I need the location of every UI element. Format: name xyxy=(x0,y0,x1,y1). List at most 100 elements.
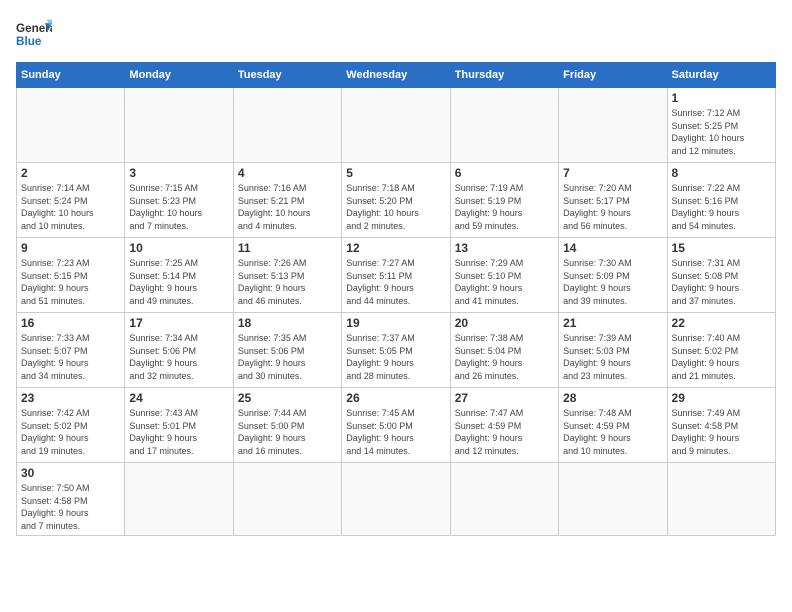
col-header-monday: Monday xyxy=(125,63,233,88)
day-info: Sunrise: 7:12 AMSunset: 5:25 PMDaylight:… xyxy=(672,107,771,157)
day-number: 25 xyxy=(238,391,337,405)
day-info: Sunrise: 7:38 AMSunset: 5:04 PMDaylight:… xyxy=(455,332,554,382)
calendar-cell: 6 Sunrise: 7:19 AMSunset: 5:19 PMDaylight… xyxy=(450,163,558,238)
day-info: Sunrise: 7:22 AMSunset: 5:16 PMDaylight:… xyxy=(672,182,771,232)
day-info: Sunrise: 7:15 AMSunset: 5:23 PMDaylight:… xyxy=(129,182,228,232)
col-header-friday: Friday xyxy=(559,63,667,88)
calendar-cell: 20 Sunrise: 7:38 AMSunset: 5:04 PMDayligh… xyxy=(450,313,558,388)
day-info: Sunrise: 7:34 AMSunset: 5:06 PMDaylight:… xyxy=(129,332,228,382)
day-number: 1 xyxy=(672,91,771,105)
calendar-cell: 24 Sunrise: 7:43 AMSunset: 5:01 PMDayligh… xyxy=(125,388,233,463)
day-number: 6 xyxy=(455,166,554,180)
calendar-cell: 2Sunrise: 7:14 AMSunset: 5:24 PMDaylight… xyxy=(17,163,125,238)
calendar-week-row: 30 Sunrise: 7:50 AMSunset: 4:58 PMDayligh… xyxy=(17,463,776,536)
day-number: 28 xyxy=(563,391,662,405)
day-info: Sunrise: 7:43 AMSunset: 5:01 PMDaylight:… xyxy=(129,407,228,457)
day-info: Sunrise: 7:25 AMSunset: 5:14 PMDaylight:… xyxy=(129,257,228,307)
svg-text:Blue: Blue xyxy=(16,35,42,48)
calendar-cell: 22 Sunrise: 7:40 AMSunset: 5:02 PMDayligh… xyxy=(667,313,775,388)
calendar-week-row: 9 Sunrise: 7:23 AMSunset: 5:15 PMDaylight… xyxy=(17,238,776,313)
calendar-cell: 7 Sunrise: 7:20 AMSunset: 5:17 PMDaylight… xyxy=(559,163,667,238)
calendar-cell xyxy=(342,88,450,163)
calendar-cell xyxy=(342,463,450,536)
day-info: Sunrise: 7:39 AMSunset: 5:03 PMDaylight:… xyxy=(563,332,662,382)
calendar-cell: 3 Sunrise: 7:15 AMSunset: 5:23 PMDaylight… xyxy=(125,163,233,238)
day-info: Sunrise: 7:19 AMSunset: 5:19 PMDaylight:… xyxy=(455,182,554,232)
calendar-cell: 9 Sunrise: 7:23 AMSunset: 5:15 PMDaylight… xyxy=(17,238,125,313)
col-header-wednesday: Wednesday xyxy=(342,63,450,88)
day-info: Sunrise: 7:47 AMSunset: 4:59 PMDaylight:… xyxy=(455,407,554,457)
day-info: Sunrise: 7:23 AMSunset: 5:15 PMDaylight:… xyxy=(21,257,120,307)
calendar-cell: 12 Sunrise: 7:27 AMSunset: 5:11 PMDayligh… xyxy=(342,238,450,313)
day-number: 29 xyxy=(672,391,771,405)
calendar-cell: 29Sunrise: 7:49 AMSunset: 4:58 PMDayligh… xyxy=(667,388,775,463)
calendar-cell: 15Sunrise: 7:31 AMSunset: 5:08 PMDayligh… xyxy=(667,238,775,313)
col-header-tuesday: Tuesday xyxy=(233,63,341,88)
day-number: 26 xyxy=(346,391,445,405)
day-number: 18 xyxy=(238,316,337,330)
day-number: 20 xyxy=(455,316,554,330)
calendar-cell xyxy=(559,463,667,536)
calendar-cell: 16 Sunrise: 7:33 AMSunset: 5:07 PMDayligh… xyxy=(17,313,125,388)
calendar-cell: 10Sunrise: 7:25 AMSunset: 5:14 PMDayligh… xyxy=(125,238,233,313)
calendar-table: SundayMondayTuesdayWednesdayThursdayFrid… xyxy=(16,62,776,536)
day-info: Sunrise: 7:27 AMSunset: 5:11 PMDaylight:… xyxy=(346,257,445,307)
calendar-header-row: SundayMondayTuesdayWednesdayThursdayFrid… xyxy=(17,63,776,88)
calendar-cell: 25 Sunrise: 7:44 AMSunset: 5:00 PMDayligh… xyxy=(233,388,341,463)
day-info: Sunrise: 7:14 AMSunset: 5:24 PMDaylight:… xyxy=(21,182,120,232)
calendar-cell: 11Sunrise: 7:26 AMSunset: 5:13 PMDayligh… xyxy=(233,238,341,313)
calendar-cell xyxy=(125,463,233,536)
calendar-cell: 30 Sunrise: 7:50 AMSunset: 4:58 PMDayligh… xyxy=(17,463,125,536)
day-info: Sunrise: 7:16 AMSunset: 5:21 PMDaylight:… xyxy=(238,182,337,232)
day-number: 5 xyxy=(346,166,445,180)
day-number: 4 xyxy=(238,166,337,180)
day-info: Sunrise: 7:42 AMSunset: 5:02 PMDaylight:… xyxy=(21,407,120,457)
calendar-cell: 14 Sunrise: 7:30 AMSunset: 5:09 PMDayligh… xyxy=(559,238,667,313)
day-number: 14 xyxy=(563,241,662,255)
day-info: Sunrise: 7:30 AMSunset: 5:09 PMDaylight:… xyxy=(563,257,662,307)
day-info: Sunrise: 7:18 AMSunset: 5:20 PMDaylight:… xyxy=(346,182,445,232)
day-number: 9 xyxy=(21,241,120,255)
calendar-cell xyxy=(667,463,775,536)
day-number: 23 xyxy=(21,391,120,405)
day-info: Sunrise: 7:40 AMSunset: 5:02 PMDaylight:… xyxy=(672,332,771,382)
day-number: 27 xyxy=(455,391,554,405)
calendar-cell: 27 Sunrise: 7:47 AMSunset: 4:59 PMDayligh… xyxy=(450,388,558,463)
calendar-cell: 1 Sunrise: 7:12 AMSunset: 5:25 PMDaylight… xyxy=(667,88,775,163)
day-number: 7 xyxy=(563,166,662,180)
day-number: 21 xyxy=(563,316,662,330)
calendar-cell: 19Sunrise: 7:37 AMSunset: 5:05 PMDayligh… xyxy=(342,313,450,388)
day-number: 30 xyxy=(21,466,120,480)
day-number: 22 xyxy=(672,316,771,330)
day-info: Sunrise: 7:44 AMSunset: 5:00 PMDaylight:… xyxy=(238,407,337,457)
day-info: Sunrise: 7:45 AMSunset: 5:00 PMDaylight:… xyxy=(346,407,445,457)
day-info: Sunrise: 7:29 AMSunset: 5:10 PMDaylight:… xyxy=(455,257,554,307)
day-number: 13 xyxy=(455,241,554,255)
calendar-cell: 23 Sunrise: 7:42 AMSunset: 5:02 PMDayligh… xyxy=(17,388,125,463)
day-number: 24 xyxy=(129,391,228,405)
calendar-cell xyxy=(559,88,667,163)
day-number: 12 xyxy=(346,241,445,255)
calendar-week-row: 2Sunrise: 7:14 AMSunset: 5:24 PMDaylight… xyxy=(17,163,776,238)
calendar-cell: 28Sunrise: 7:48 AMSunset: 4:59 PMDayligh… xyxy=(559,388,667,463)
calendar-cell: 13 Sunrise: 7:29 AMSunset: 5:10 PMDayligh… xyxy=(450,238,558,313)
day-info: Sunrise: 7:33 AMSunset: 5:07 PMDaylight:… xyxy=(21,332,120,382)
day-number: 16 xyxy=(21,316,120,330)
calendar-cell xyxy=(17,88,125,163)
day-info: Sunrise: 7:20 AMSunset: 5:17 PMDaylight:… xyxy=(563,182,662,232)
calendar-cell: 18 Sunrise: 7:35 AMSunset: 5:06 PMDayligh… xyxy=(233,313,341,388)
day-info: Sunrise: 7:50 AMSunset: 4:58 PMDaylight:… xyxy=(21,482,120,532)
day-info: Sunrise: 7:35 AMSunset: 5:06 PMDaylight:… xyxy=(238,332,337,382)
day-number: 19 xyxy=(346,316,445,330)
calendar-cell: 17 Sunrise: 7:34 AMSunset: 5:06 PMDayligh… xyxy=(125,313,233,388)
calendar-cell xyxy=(125,88,233,163)
calendar-cell: 4 Sunrise: 7:16 AMSunset: 5:21 PMDaylight… xyxy=(233,163,341,238)
logo-icon: General Blue xyxy=(16,16,52,52)
calendar-cell: 8 Sunrise: 7:22 AMSunset: 5:16 PMDaylight… xyxy=(667,163,775,238)
day-number: 15 xyxy=(672,241,771,255)
calendar-cell xyxy=(450,463,558,536)
day-number: 3 xyxy=(129,166,228,180)
calendar-cell: 26 Sunrise: 7:45 AMSunset: 5:00 PMDayligh… xyxy=(342,388,450,463)
day-number: 8 xyxy=(672,166,771,180)
day-number: 17 xyxy=(129,316,228,330)
